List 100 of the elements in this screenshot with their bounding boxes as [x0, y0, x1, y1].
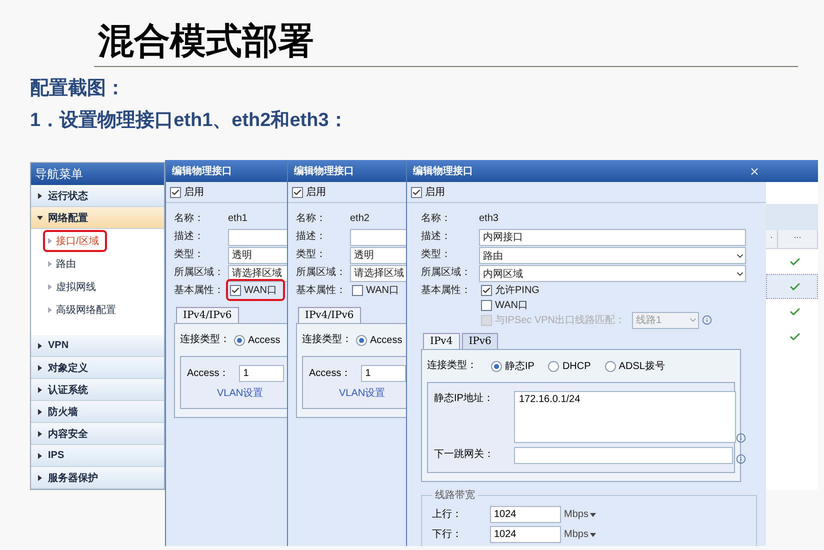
input-field[interactable] — [514, 447, 733, 464]
tab[interactable]: IPv6 — [462, 333, 498, 349]
checkbox[interactable] — [352, 284, 363, 296]
radio-button[interactable] — [548, 360, 560, 372]
menu-item[interactable]: VPN — [31, 335, 164, 357]
checkbox-label: WAN口 — [495, 299, 528, 312]
menu-item[interactable]: 网络配置 — [31, 207, 164, 229]
field-label: Access： — [187, 366, 230, 380]
table-title-bar — [766, 160, 818, 182]
table-row[interactable] — [766, 274, 818, 299]
checkbox[interactable] — [481, 284, 492, 296]
field-label: 类型： — [421, 248, 452, 262]
field-label: 下一跳网关： — [434, 448, 495, 462]
collapsed-caret-icon — [37, 430, 43, 436]
input-field[interactable]: 1024 — [490, 506, 561, 523]
submenu-item[interactable]: 接口/区域 — [43, 230, 107, 252]
unit-dropdown[interactable]: Mbps — [564, 529, 588, 540]
dialog-title: 编辑物理接口 — [413, 164, 473, 178]
input-field[interactable]: 1024 — [490, 526, 561, 543]
radio-label: Access — [248, 334, 280, 346]
submenu-item[interactable]: 虚拟网线 — [43, 276, 104, 298]
input-field[interactable]: 内网接口 — [479, 229, 746, 246]
checkbox[interactable] — [292, 186, 303, 198]
collapsed-caret-icon — [47, 284, 53, 290]
dialog-title: 编辑物理接口 — [172, 164, 232, 178]
select-field[interactable]: 路由 — [479, 247, 746, 264]
checkbox-label: 允许PING — [495, 284, 540, 297]
checkbox[interactable] — [481, 300, 492, 310]
submenu-item[interactable]: 高级网络配置 — [43, 298, 124, 320]
field-value: eth1 — [228, 212, 248, 226]
tab[interactable]: IPv4/IPv6 — [176, 307, 239, 323]
checkbox[interactable] — [411, 186, 422, 198]
input-field[interactable]: 透明 — [350, 247, 407, 264]
column-header: ... — [778, 230, 818, 248]
submenu-item[interactable]: 路由 — [43, 252, 84, 274]
radio-button[interactable] — [604, 360, 616, 372]
field-label: 下行： — [432, 528, 463, 542]
radio-button[interactable] — [234, 334, 245, 346]
menu-item[interactable]: 对象定义 — [31, 357, 164, 379]
collapsed-caret-icon — [37, 364, 43, 370]
expanded-caret-icon — [37, 214, 43, 220]
radio-button[interactable] — [491, 360, 502, 372]
info-icon[interactable] — [702, 315, 712, 325]
info-icon[interactable] — [736, 433, 746, 443]
menu-item[interactable]: 服务器保护 — [31, 467, 164, 489]
caret-icon[interactable] — [590, 532, 596, 536]
info-icon[interactable] — [736, 454, 746, 464]
field-label: 名称： — [421, 212, 452, 226]
field-label: 描述： — [421, 230, 452, 244]
unit-dropdown[interactable]: Mbps — [564, 509, 588, 520]
input-field[interactable]: 1 — [361, 365, 406, 382]
checkbox-label: 启用 — [184, 186, 204, 199]
textarea-field[interactable]: 172.16.0.1/24 — [514, 391, 736, 443]
select-field[interactable]: 内网区域 — [479, 265, 746, 282]
menu-item[interactable]: 内容安全 — [31, 423, 164, 445]
input-field[interactable]: 透明 — [228, 247, 288, 264]
collapsed-caret-icon — [37, 192, 43, 198]
field-label: 连接类型： — [427, 358, 477, 373]
field-label: 基本属性： — [421, 284, 472, 298]
collapsed-caret-icon — [37, 386, 43, 392]
field-label: 连接类型： — [302, 332, 352, 347]
menu-item[interactable]: 认证系统 — [31, 379, 164, 401]
input-field[interactable]: 1 — [239, 365, 284, 382]
step-heading: 1．设置物理接口eth1、eth2和eth3： — [30, 109, 348, 133]
tab[interactable]: IPv4/IPv6 — [298, 307, 361, 323]
radio-label: ADSL拨号 — [618, 360, 665, 373]
checkbox[interactable] — [170, 186, 181, 198]
caret-icon[interactable] — [590, 512, 596, 516]
tab[interactable]: IPv4 — [423, 333, 460, 349]
menu-item[interactable]: 防火墙 — [31, 401, 164, 423]
field-label: 所属区域： — [174, 266, 225, 280]
field-label: 基本属性： — [174, 284, 225, 298]
close-icon[interactable] — [749, 166, 760, 176]
collapsed-caret-icon — [37, 452, 43, 458]
field-label: 所属区域： — [296, 266, 347, 280]
checkbox-label: WAN口 — [244, 284, 277, 297]
vlan-settings-link[interactable]: VLAN设置 — [217, 386, 264, 400]
collapsed-caret-icon — [47, 306, 53, 312]
group-legend: 线路带宽 — [432, 488, 478, 502]
menu-item[interactable]: IPS — [31, 445, 164, 467]
radio-button[interactable] — [356, 334, 367, 346]
checkbox-label: 启用 — [306, 186, 326, 199]
field-label: 类型： — [174, 248, 205, 262]
collapsed-caret-icon — [37, 408, 43, 414]
field-label: 类型： — [296, 248, 327, 262]
radio-label: 静态IP — [505, 360, 534, 373]
field-label: 上行： — [432, 508, 463, 522]
field-label: 所属区域： — [421, 266, 472, 280]
input-field[interactable]: 请选择区域 — [350, 265, 407, 282]
checkbox-label: WAN口 — [366, 284, 399, 297]
field-value: eth2 — [350, 212, 370, 226]
field-label: 基本属性： — [296, 284, 347, 298]
menu-item[interactable]: 运行状态 — [31, 185, 164, 207]
field-label: 静态IP地址： — [434, 392, 494, 406]
vlan-settings-link[interactable]: VLAN设置 — [339, 386, 386, 400]
checkbox[interactable] — [230, 284, 241, 296]
field-label: 描述： — [174, 230, 205, 244]
field-label: 名称： — [174, 212, 205, 226]
checkbox-label: 启用 — [425, 186, 445, 199]
field-label: 名称： — [296, 212, 327, 226]
